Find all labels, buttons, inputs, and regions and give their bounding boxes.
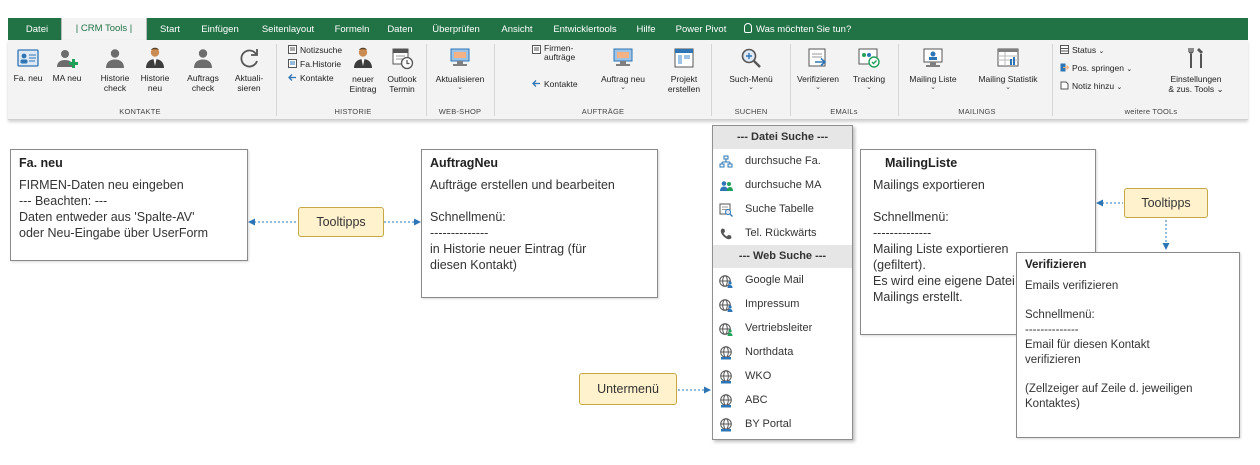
arrowhead [1096, 199, 1103, 207]
tooltip-title: MailingListe [885, 156, 958, 170]
tooltip-line: in Historie neuer Eintrag (für [430, 242, 587, 256]
tooltip-line: Mailings exportieren [873, 178, 985, 192]
menu-item-label: Google Mail [745, 274, 804, 286]
tooltip-line: --- Beachten: --- [19, 194, 108, 208]
menu-item-tel-rueckwaerts[interactable]: Tel. Rückwärts [713, 221, 852, 245]
such-menue-dropdown: --- Datei Suche --- durchsuche Fa. durch… [712, 125, 853, 440]
menu-item-abc[interactable]: ABC [713, 388, 852, 412]
menu-item-suche-tabelle[interactable]: Suche Tabelle [713, 197, 852, 221]
tooltip-fa-neu: Fa. neu FIRMEN-Daten neu eingeben --- Be… [10, 149, 248, 261]
arrowhead [1162, 243, 1170, 250]
arrowhead [248, 218, 255, 226]
tooltip-line: FIRMEN-Daten neu eingeben [19, 178, 184, 192]
callout-untermenue: Untermenü [579, 373, 677, 405]
tooltip-line: Daten entweder aus 'Spalte-AV' [19, 210, 195, 224]
globe-person-icon [719, 273, 733, 288]
menu-item-label: durchsuche MA [745, 179, 822, 191]
menu-header-web-suche: --- Web Suche --- [713, 245, 852, 268]
org-chart-icon [719, 154, 733, 168]
tooltip-line: Email für diesen Kontakt [1025, 339, 1150, 351]
menu-item-label: Vertriebsleiter [745, 322, 813, 334]
tooltip-line: (Zellzeiger auf Zeile d. jeweiligen [1025, 383, 1193, 395]
tooltip-line: Schnellmenü: [1025, 309, 1095, 321]
menu-item-label: WKO [745, 370, 772, 382]
tooltip-line: verifizieren [1025, 354, 1081, 366]
menu-item-google-mail[interactable]: Google Mail [713, 268, 852, 292]
tooltip-line: Schnellmenü: [430, 210, 506, 224]
menu-item-impressum[interactable]: Impressum [713, 292, 852, 316]
menu-item-label: Tel. Rückwärts [745, 227, 817, 239]
menu-item-vertriebsleiter[interactable]: Vertriebsleiter [713, 316, 852, 340]
menu-item-label: durchsuche Fa. [745, 155, 821, 167]
tooltip-line: diesen Kontakt) [430, 258, 517, 272]
menu-item-durchsuche-ma[interactable]: durchsuche MA [713, 173, 852, 197]
globe-person-icon [719, 321, 733, 336]
globe-network-icon [719, 345, 733, 360]
menu-item-label: BY Portal [745, 418, 792, 430]
table-search-icon [719, 202, 733, 217]
tooltip-line: -------------- [1025, 324, 1079, 336]
excel-window: Datei | CRM Tools | Start Einfügen Seite… [0, 0, 1260, 465]
menu-item-label: Northdata [745, 346, 794, 358]
tooltip-line: Emails verifizieren [1025, 280, 1119, 292]
tooltip-line: oder Neu-Eingabe über UserForm [19, 226, 208, 240]
globe-network-icon [719, 417, 733, 432]
globe-network-icon [719, 393, 733, 408]
phone-icon [719, 226, 733, 240]
globe-person-icon [719, 297, 733, 312]
arrowhead [414, 218, 421, 226]
callout-tooltipps-right: Tooltipps [1124, 188, 1208, 218]
callout-tooltipps-left: Tooltipps [298, 207, 384, 237]
menu-item-wko[interactable]: WKO [713, 364, 852, 388]
menu-item-by-portal[interactable]: BY Portal [713, 412, 852, 436]
tooltip-line: -------------- [873, 226, 932, 240]
tooltip-line: -------------- [430, 226, 489, 240]
arrowhead [704, 386, 711, 394]
menu-item-label: Impressum [745, 298, 800, 310]
tooltip-title: Fa. neu [19, 156, 63, 170]
menu-item-northdata[interactable]: Northdata [713, 340, 852, 364]
menu-item-label: Suche Tabelle [745, 203, 814, 215]
tooltip-verifizieren: Verifizieren Emails verifizieren Schnell… [1016, 252, 1240, 438]
tooltip-auftrag-neu: AuftragNeu Aufträge erstellen und bearbe… [421, 149, 658, 298]
globe-network-icon [719, 369, 733, 384]
tooltip-line: Kontaktes) [1025, 398, 1080, 410]
tooltip-line: Aufträge erstellen und bearbeiten [430, 178, 615, 192]
people-icon [719, 178, 733, 192]
tooltip-line: Schnellmenü: [873, 210, 949, 224]
tooltip-title: Verifizieren [1025, 259, 1087, 271]
menu-item-durchsuche-fa[interactable]: durchsuche Fa. [713, 149, 852, 173]
menu-item-label: ABC [745, 394, 768, 406]
tooltip-title: AuftragNeu [430, 156, 499, 170]
menu-header-datei-suche: --- Datei Suche --- [713, 126, 852, 149]
